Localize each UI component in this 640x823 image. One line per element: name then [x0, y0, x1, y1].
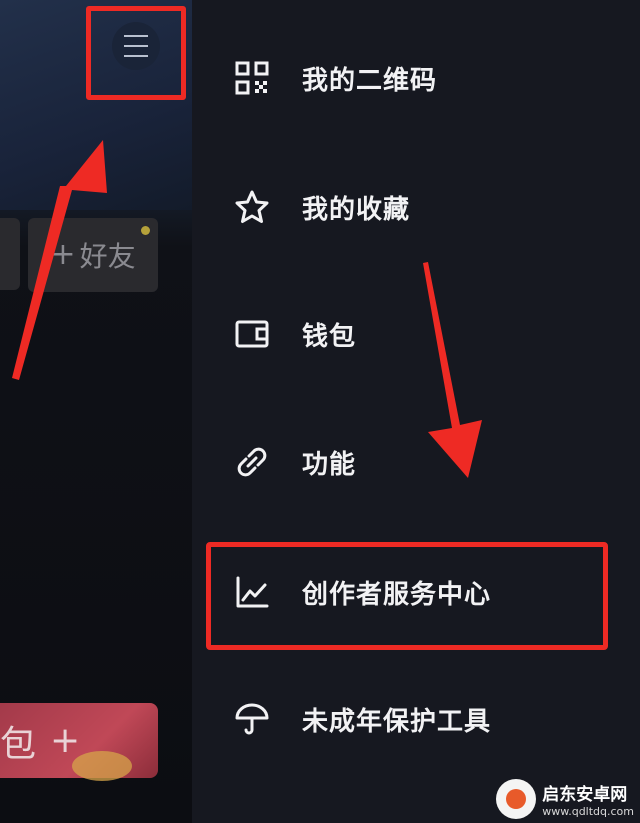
watermark-name: 启东安卓网 [542, 785, 628, 805]
arrow-up-icon [12, 140, 107, 380]
annotation-arrows [12, 140, 482, 478]
watermark-url: www.qdltdq.com [542, 805, 634, 818]
watermark: 启东安卓网 www.qdltdq.com [496, 779, 634, 819]
arrow-down-icon [423, 262, 482, 478]
watermark-logo-icon [496, 779, 537, 819]
